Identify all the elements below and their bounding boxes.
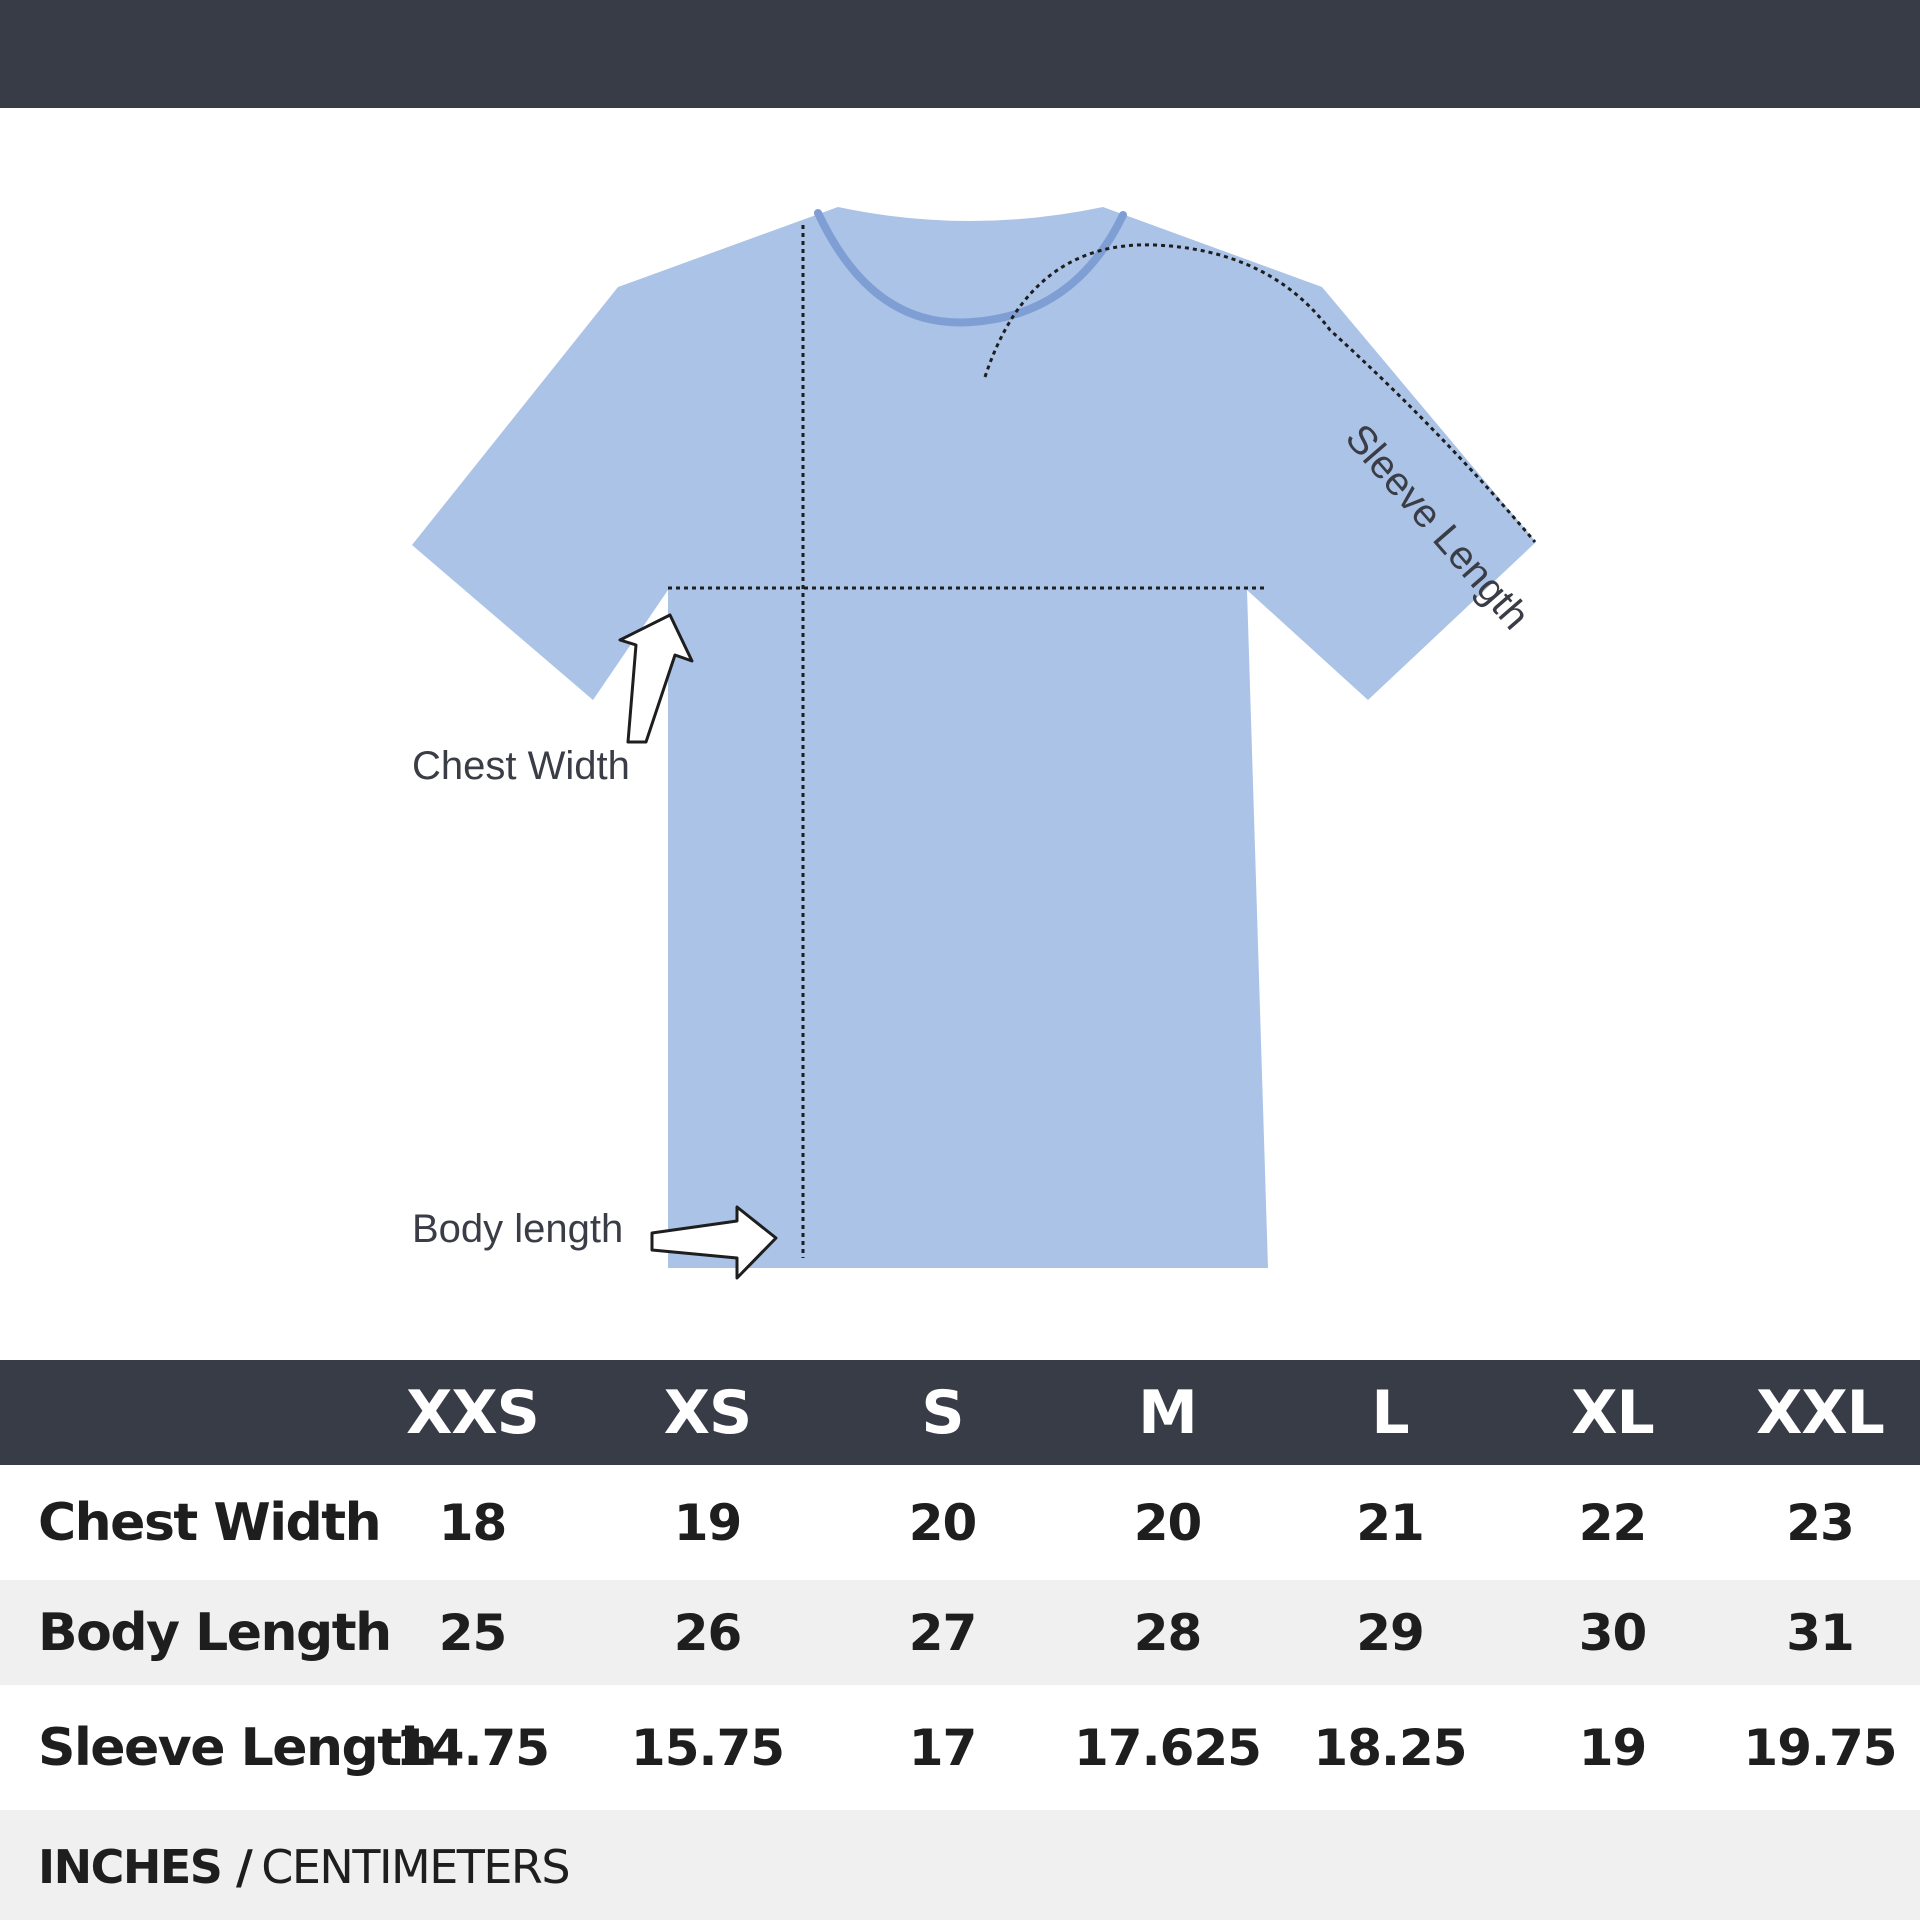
table-cell: 18 <box>438 1493 508 1552</box>
units-footer: INCHES / CENTIMETERS <box>0 1810 1920 1920</box>
row-label: Body Length <box>38 1602 392 1663</box>
table-cell: 19 <box>1578 1718 1648 1777</box>
header-empty-cell <box>0 1360 355 1465</box>
unit-toggle: INCHES / CENTIMETERS <box>38 1840 571 1894</box>
row-label: Sleeve Length <box>38 1717 438 1778</box>
table-cell: 19.75 <box>1743 1718 1897 1777</box>
table-cell: 20 <box>1133 1493 1203 1552</box>
table-row-body-length: Body Length 25 26 27 28 29 30 31 <box>0 1580 1920 1685</box>
body-length-label: Body length <box>412 1207 624 1251</box>
table-cell: 22 <box>1578 1493 1648 1552</box>
table-cell: 17.625 <box>1074 1718 1262 1777</box>
table-cell: 31 <box>1786 1603 1855 1662</box>
table-cell: 23 <box>1786 1493 1855 1552</box>
table-cell: 19 <box>673 1493 743 1552</box>
size-header-row: XXS XS S M L XL XXL <box>0 1360 1920 1465</box>
table-row-sleeve-length: Sleeve Length 14.75 15.75 17 17.625 18.2… <box>0 1685 1920 1810</box>
table-cell: 30 <box>1578 1603 1648 1662</box>
table-cell: 15.75 <box>630 1718 785 1777</box>
top-bar <box>0 0 1920 108</box>
table-row-chest-width: Chest Width 18 19 20 20 21 22 23 <box>0 1465 1920 1580</box>
unit-centimeters-toggle[interactable]: CENTIMETERS <box>261 1840 570 1894</box>
size-header: XS <box>663 1377 752 1448</box>
tshirt-illustration <box>412 207 1537 1280</box>
size-header: M <box>1138 1377 1198 1448</box>
size-header: L <box>1371 1377 1409 1448</box>
table-cell: 21 <box>1356 1493 1425 1552</box>
row-label: Chest Width <box>38 1492 382 1553</box>
size-header: XXL <box>1756 1377 1885 1448</box>
table-cell: 18.25 <box>1313 1718 1467 1777</box>
tshirt-diagram: Chest Width Body length Sleeve Length <box>0 108 1920 1360</box>
table-cell: 28 <box>1133 1603 1203 1662</box>
chest-width-label: Chest Width <box>412 744 630 788</box>
table-cell: 27 <box>908 1603 978 1662</box>
size-header: S <box>921 1377 964 1448</box>
table-cell: 17 <box>908 1718 978 1777</box>
table-cell: 20 <box>908 1493 978 1552</box>
size-header: XL <box>1571 1377 1655 1448</box>
size-chart-table: XXS XS S M L XL XXL Chest Width 18 19 20… <box>0 1360 1920 1810</box>
table-cell: 26 <box>673 1603 743 1662</box>
table-cell: 29 <box>1356 1603 1425 1662</box>
size-header: XXS <box>406 1377 540 1448</box>
tshirt-shape <box>412 207 1536 1268</box>
unit-inches-toggle[interactable]: INCHES / <box>38 1840 253 1894</box>
